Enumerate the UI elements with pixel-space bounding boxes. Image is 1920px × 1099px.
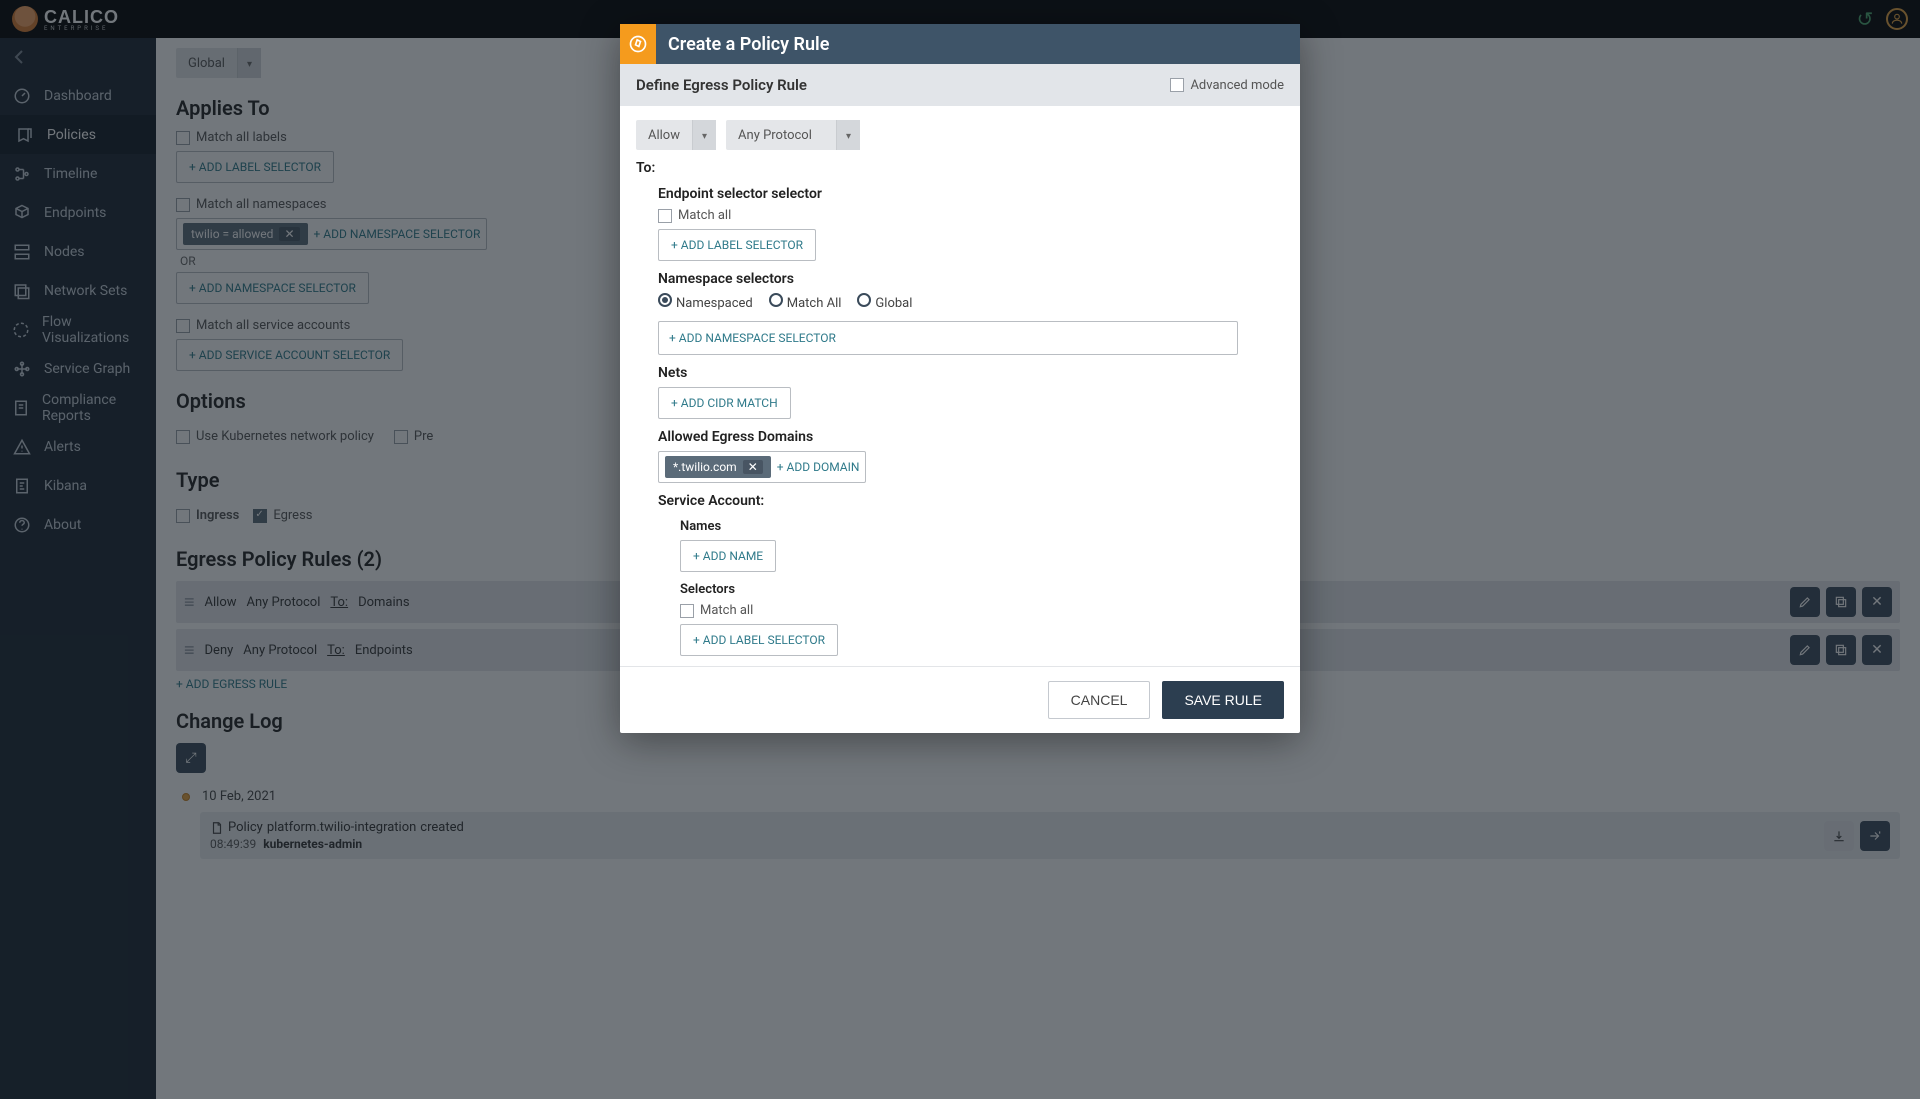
advanced-mode-checkbox[interactable] (1170, 78, 1184, 92)
add-domain-button[interactable]: + ADD DOMAIN (777, 460, 860, 474)
ns-global-radio[interactable] (857, 293, 871, 307)
modal-header: Create a Policy Rule (620, 24, 1300, 64)
add-namespace-selector-button[interactable]: + ADD NAMESPACE SELECTOR (669, 331, 836, 345)
endpoint-add-label-button[interactable]: + ADD LABEL SELECTOR (658, 229, 816, 261)
ns-namespaced-label: Namespaced (676, 296, 753, 311)
sa-selectors-heading: Selectors (680, 582, 1284, 597)
domain-chip-text: *.twilio.com (673, 460, 737, 474)
sa-names-heading: Names (680, 519, 1284, 534)
endpoint-match-all-checkbox[interactable] (658, 209, 672, 223)
modal-subheader: Define Egress Policy Rule Advanced mode (620, 64, 1300, 106)
domains-box: *.twilio.com ✕ + ADD DOMAIN (658, 451, 866, 483)
sa-add-label-button[interactable]: + ADD LABEL SELECTOR (680, 624, 838, 656)
ns-matchall-label: Match All (787, 296, 842, 311)
modal-subtitle: Define Egress Policy Rule (636, 76, 807, 94)
protocol-dropdown[interactable]: Any Protocol (726, 120, 860, 150)
chevron-down-icon (836, 120, 860, 150)
sa-match-all-label: Match all (700, 603, 753, 618)
endpoint-match-all-label: Match all (678, 208, 731, 223)
namespace-heading: Namespace selectors (658, 271, 1284, 287)
save-rule-button[interactable]: SAVE RULE (1162, 681, 1284, 719)
compass-icon (620, 24, 656, 64)
modal-overlay: Create a Policy Rule Define Egress Polic… (0, 0, 1920, 1099)
ns-namespaced-radio[interactable] (658, 293, 672, 307)
ns-matchall-radio[interactable] (769, 293, 783, 307)
endpoint-heading: Endpoint selector selector (658, 186, 1284, 202)
create-policy-rule-modal: Create a Policy Rule Define Egress Polic… (620, 24, 1300, 733)
sa-match-all-checkbox[interactable] (680, 604, 694, 618)
domain-chip: *.twilio.com ✕ (665, 456, 771, 478)
to-label: To: (636, 160, 1284, 176)
chevron-down-icon (692, 120, 716, 150)
nets-heading: Nets (658, 365, 1284, 381)
action-value: Allow (636, 121, 692, 150)
add-cidr-button[interactable]: + ADD CIDR MATCH (658, 387, 791, 419)
modal-footer: CANCEL SAVE RULE (620, 666, 1300, 733)
sa-heading: Service Account: (658, 493, 1284, 509)
ns-global-label: Global (875, 296, 912, 311)
remove-domain-icon[interactable]: ✕ (743, 460, 763, 474)
modal-title: Create a Policy Rule (668, 34, 829, 55)
namespace-selector-box: + ADD NAMESPACE SELECTOR (658, 321, 1238, 355)
domains-heading: Allowed Egress Domains (658, 429, 1284, 445)
cancel-button[interactable]: CANCEL (1048, 681, 1151, 719)
action-dropdown[interactable]: Allow (636, 120, 716, 150)
advanced-mode-label: Advanced mode (1190, 78, 1284, 93)
add-sa-name-button[interactable]: + ADD NAME (680, 540, 776, 572)
protocol-value: Any Protocol (726, 121, 836, 150)
